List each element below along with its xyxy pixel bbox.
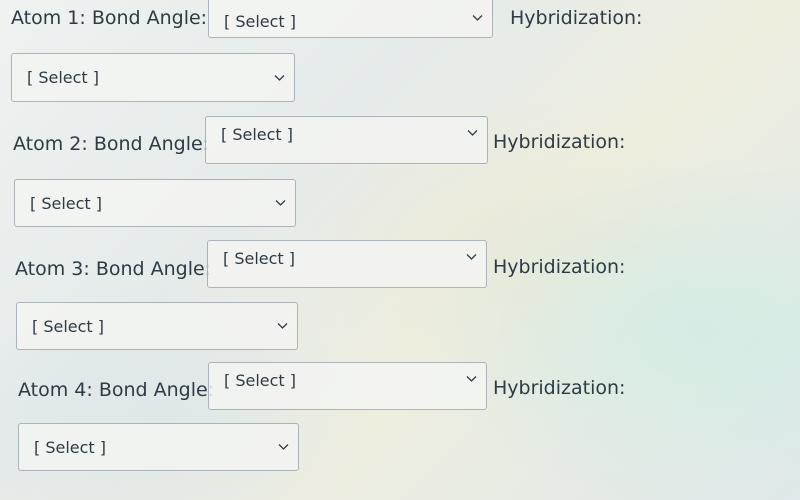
atom-3-hybridization-label: Hybridization: xyxy=(493,256,626,278)
chevron-down-icon xyxy=(466,376,477,382)
atom-1-hybridization-select[interactable]: [ Select ] xyxy=(11,53,295,102)
atom-2-hybridization-value: [ Select ] xyxy=(30,193,103,213)
atom-2-hybridization-label: Hybridization: xyxy=(493,131,626,153)
chevron-down-icon xyxy=(274,74,285,81)
chevron-down-icon xyxy=(467,130,478,136)
atom-3-bond-angle-select[interactable]: [ Select ] xyxy=(207,240,487,288)
atom-3-bond-angle-value: [ Select ] xyxy=(223,248,296,268)
atom-4-hybridization-label: Hybridization: xyxy=(493,377,626,399)
atom-3-hybridization-select[interactable]: [ Select ] xyxy=(16,302,298,350)
chevron-down-icon xyxy=(275,200,286,206)
atom-1-hybridization-label: Hybridization: xyxy=(510,7,643,29)
chevron-down-icon xyxy=(472,15,483,21)
atom-1-bond-angle-select[interactable]: [ Select ] xyxy=(208,0,493,38)
atom-1-bond-angle-label: Atom 1: Bond Angle: xyxy=(11,7,208,29)
atom-2-hybridization-select[interactable]: [ Select ] xyxy=(14,179,296,227)
atom-1-hybridization-value: [ Select ] xyxy=(27,68,100,87)
atom-3-bond-angle-label: Atom 3: Bond Angle: xyxy=(15,258,212,280)
atom-4-hybridization-select[interactable]: [ Select ] xyxy=(18,423,299,471)
atom-4-hybridization-value: [ Select ] xyxy=(34,437,107,457)
chevron-down-icon xyxy=(277,323,288,329)
chevron-down-icon xyxy=(466,254,477,260)
atom-4-bond-angle-value: [ Select ] xyxy=(224,370,297,390)
chevron-down-icon xyxy=(278,444,289,450)
atom-1-bond-angle-value: [ Select ] xyxy=(224,12,297,31)
atom-2-bond-angle-value: [ Select ] xyxy=(221,124,294,144)
atom-4-bond-angle-label: Atom 4: Bond Angle: xyxy=(18,379,215,401)
atom-3-hybridization-value: [ Select ] xyxy=(32,316,105,336)
atom-2-bond-angle-select[interactable]: [ Select ] xyxy=(205,116,488,164)
atom-2-bond-angle-label: Atom 2: Bond Angle: xyxy=(13,133,210,155)
atom-4-bond-angle-select[interactable]: [ Select ] xyxy=(208,362,487,410)
